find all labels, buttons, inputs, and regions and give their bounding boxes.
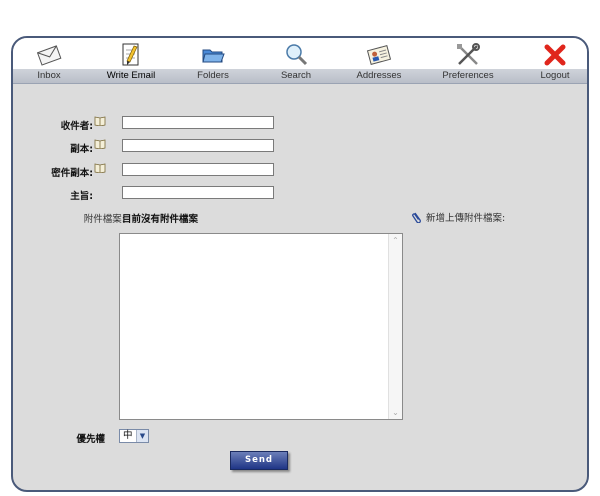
chevron-down-icon: ▼ xyxy=(136,430,148,442)
scroll-up-icon[interactable]: ⌃ xyxy=(391,236,400,245)
nav-logout[interactable]: Logout xyxy=(516,38,587,83)
upload-attachment-label: 新增上傳附件檔案: xyxy=(426,213,506,224)
red-x-icon xyxy=(544,44,566,66)
priority-select[interactable]: 中 ▼ xyxy=(119,429,149,443)
priority-label: 優先權 xyxy=(76,434,105,445)
attachments-status: 目前沒有附件檔案 xyxy=(122,214,199,225)
address-book-icon[interactable] xyxy=(94,163,106,173)
bcc-label: 密件副本: xyxy=(51,168,93,179)
to-field[interactable] xyxy=(122,116,274,129)
toolbar: Inbox Write Email Folders Search Address… xyxy=(13,38,587,84)
paperclip-icon xyxy=(412,212,421,224)
nav-inbox[interactable]: Inbox xyxy=(13,38,88,83)
nav-write-email[interactable]: Write Email xyxy=(92,38,170,83)
address-card-icon xyxy=(366,45,392,65)
message-body[interactable]: ⌃ ⌄ xyxy=(119,233,403,420)
attachments-label: 附件檔案: xyxy=(83,214,125,225)
pencil-paper-icon xyxy=(122,43,139,66)
subject-field[interactable] xyxy=(122,186,274,199)
tools-icon xyxy=(457,43,480,65)
nav-search[interactable]: Search xyxy=(257,38,335,83)
nav-preferences[interactable]: Preferences xyxy=(429,38,507,83)
nav-inbox-label: Inbox xyxy=(37,70,61,81)
bcc-field[interactable] xyxy=(122,163,274,176)
send-button[interactable]: Send xyxy=(230,451,288,470)
nav-logout-label: Logout xyxy=(540,70,570,81)
nav-preferences-label: Preferences xyxy=(442,70,494,81)
scroll-down-icon[interactable]: ⌄ xyxy=(391,408,400,417)
body-scrollbar[interactable]: ⌃ ⌄ xyxy=(388,234,402,419)
priority-value: 中 xyxy=(123,430,133,441)
magnifier-icon xyxy=(286,44,308,66)
envelope-icon xyxy=(36,45,62,66)
cc-label: 副本: xyxy=(70,144,93,155)
address-book-icon[interactable] xyxy=(94,139,106,149)
address-book-icon[interactable] xyxy=(94,116,106,126)
nav-folders-label: Folders xyxy=(197,70,229,81)
cc-field[interactable] xyxy=(122,139,274,152)
nav-addresses[interactable]: Addresses xyxy=(340,38,418,83)
compose-panel: Inbox Write Email Folders Search Address… xyxy=(11,36,589,492)
nav-write-email-label: Write Email xyxy=(106,70,156,81)
subject-label: 主旨: xyxy=(70,191,93,202)
upload-attachment-link[interactable]: 新增上傳附件檔案: xyxy=(412,210,505,224)
folder-icon xyxy=(202,49,225,63)
to-label: 收件者: xyxy=(60,121,93,132)
nav-search-label: Search xyxy=(280,70,312,81)
nav-addresses-label: Addresses xyxy=(356,70,402,81)
nav-folders[interactable]: Folders xyxy=(174,38,252,83)
